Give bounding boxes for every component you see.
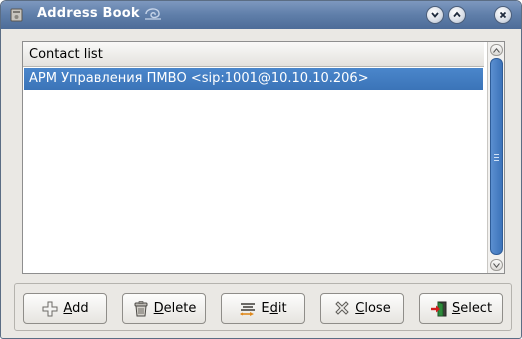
vertical-scrollbar[interactable] bbox=[487, 42, 504, 273]
contact-list[interactable]: Contact list АРМ Управления ПМВО <sip:10… bbox=[23, 42, 484, 273]
close-button-label: Close bbox=[355, 301, 391, 316]
button-bar: Add Delete Edit Close Select bbox=[14, 283, 512, 331]
edit-lines-icon bbox=[240, 302, 256, 316]
address-book-app-icon[interactable] bbox=[9, 7, 25, 23]
edit-button[interactable]: Edit bbox=[221, 293, 305, 324]
minimize-button[interactable] bbox=[426, 6, 444, 24]
address-book-window: Address Book Contact list АРМ Управления… bbox=[0, 0, 522, 339]
arrow-down-icon bbox=[493, 262, 500, 268]
scroll-down-button[interactable] bbox=[490, 259, 503, 271]
chevron-down-icon bbox=[431, 12, 439, 18]
scroll-up-button[interactable] bbox=[490, 44, 503, 56]
edit-button-label: Edit bbox=[261, 301, 287, 316]
arrow-up-icon bbox=[493, 47, 500, 53]
x-icon bbox=[335, 300, 349, 315]
swirl-decoration-icon bbox=[145, 8, 161, 20]
list-item[interactable]: АРМ Управления ПМВО <sip:1001@10.10.10.2… bbox=[24, 68, 483, 90]
close-window-button[interactable] bbox=[494, 6, 512, 24]
grip-icon bbox=[494, 154, 499, 161]
contact-list-header[interactable]: Contact list bbox=[23, 42, 484, 67]
maximize-button[interactable] bbox=[448, 6, 466, 24]
select-button[interactable]: Select bbox=[419, 293, 503, 324]
door-exit-icon bbox=[430, 300, 447, 316]
window-title: Address Book bbox=[37, 6, 140, 21]
contact-list-frame: Contact list АРМ Управления ПМВО <sip:10… bbox=[22, 41, 505, 274]
trash-can-icon bbox=[134, 300, 148, 316]
scrollbar-thumb[interactable] bbox=[490, 58, 503, 255]
close-button[interactable]: Close bbox=[320, 293, 404, 324]
add-button[interactable]: Add bbox=[23, 293, 107, 324]
chevron-up-icon bbox=[453, 11, 461, 18]
select-button-label: Select bbox=[451, 301, 493, 316]
add-button-label: Add bbox=[63, 301, 89, 316]
plus-icon bbox=[42, 301, 58, 316]
close-icon bbox=[499, 11, 507, 19]
delete-button[interactable]: Delete bbox=[122, 293, 206, 324]
title-bar[interactable]: Address Book bbox=[1, 1, 521, 29]
delete-button-label: Delete bbox=[153, 301, 197, 316]
